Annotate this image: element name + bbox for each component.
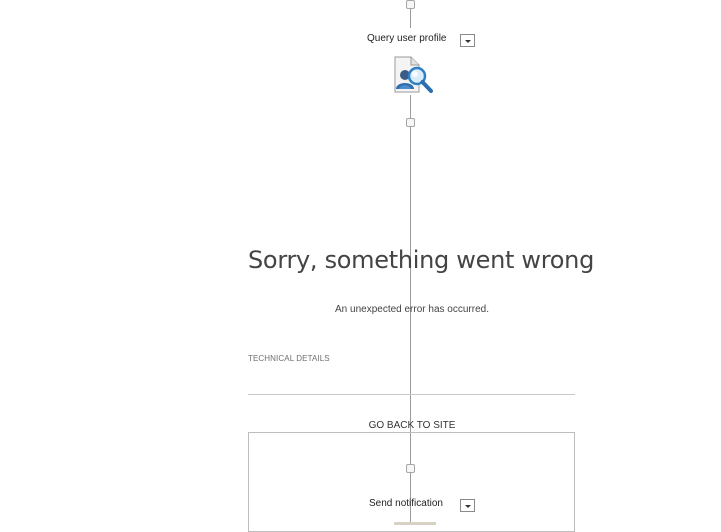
workflow-connector-node[interactable] bbox=[406, 118, 415, 127]
error-message: An unexpected error has occurred. bbox=[335, 304, 489, 315]
step-menu-dropdown-send-notification[interactable] bbox=[460, 499, 475, 512]
workflow-connector-node[interactable] bbox=[406, 464, 415, 473]
workflow-step-container bbox=[248, 432, 575, 532]
step-label-send-notification: Send notification bbox=[369, 498, 443, 509]
go-back-to-site-link[interactable]: GO BACK TO SITE bbox=[248, 420, 576, 431]
error-title: Sorry, something went wrong bbox=[248, 246, 595, 274]
workflow-connector-node[interactable] bbox=[406, 0, 415, 9]
divider bbox=[248, 394, 575, 395]
user-search-icon[interactable] bbox=[393, 55, 437, 95]
step-label-query-user-profile: Query user profile bbox=[367, 33, 447, 44]
step-menu-dropdown-query-user-profile[interactable] bbox=[460, 34, 475, 47]
technical-details-link[interactable]: TECHNICAL DETAILS bbox=[248, 354, 330, 363]
